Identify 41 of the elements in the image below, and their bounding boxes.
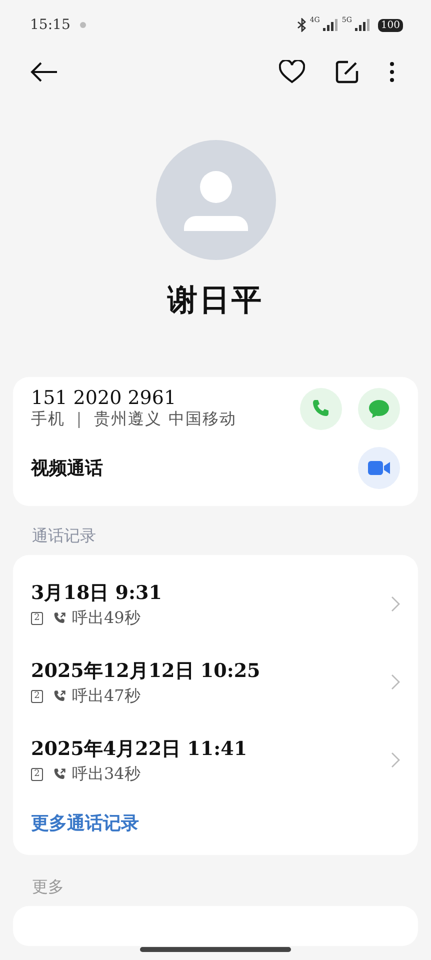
heart-icon[interactable]	[279, 60, 305, 84]
signal-icon	[322, 19, 339, 31]
call-log-entry[interactable]: 2025年4月22日 11:41 2 呼出34秒	[31, 721, 400, 799]
call-time: 2025年12月12日 10:25	[31, 658, 262, 684]
phone-number: 151 2020 2961	[31, 387, 178, 409]
signal-icon	[354, 19, 371, 31]
sim-badge: 2	[31, 768, 43, 780]
outgoing-call-icon	[53, 768, 66, 780]
call-summary: 呼出34秒	[72, 764, 140, 784]
call-log-entry[interactable]: 3月18日 9:31 2 呼出49秒	[31, 565, 400, 643]
more-call-log-link[interactable]: 更多通话记录	[31, 811, 139, 835]
call-time: 3月18日 9:31	[31, 580, 163, 606]
sim-badge: 2	[31, 690, 43, 702]
chat-bubble-icon	[368, 398, 390, 418]
phone-icon	[311, 398, 331, 418]
chevron-right-icon	[391, 596, 400, 612]
more-icon[interactable]	[389, 61, 395, 83]
call-button[interactable]	[300, 388, 342, 430]
chevron-right-icon	[391, 674, 400, 690]
bluetooth-icon	[296, 18, 307, 32]
video-call-button[interactable]	[358, 447, 400, 489]
call-log-entry[interactable]: 2025年12月12日 10:25 2 呼出47秒	[31, 643, 400, 721]
contact-name: 谢日平	[168, 282, 264, 320]
video-camera-icon	[368, 461, 390, 475]
call-summary: 呼出47秒	[72, 686, 140, 706]
message-button[interactable]	[358, 388, 400, 430]
video-call-label: 视频通话	[31, 457, 104, 480]
sim-badge: 2	[31, 612, 43, 624]
battery-indicator: 100	[378, 18, 403, 32]
status-icon	[79, 21, 88, 29]
outgoing-call-icon	[53, 612, 66, 624]
outgoing-call-icon	[53, 690, 66, 702]
phone-detail: 手机 ｜ 贵州遵义 中国移动	[31, 409, 238, 430]
call-summary: 呼出49秒	[72, 608, 140, 628]
section-title: 更多	[31, 876, 65, 898]
call-time: 2025年4月22日 11:41	[31, 736, 248, 762]
back-icon[interactable]	[30, 61, 58, 83]
section-title: 通话记录	[31, 525, 97, 547]
status-time: 15:15	[30, 17, 70, 33]
edit-icon[interactable]	[335, 60, 359, 84]
chevron-right-icon	[391, 752, 400, 768]
